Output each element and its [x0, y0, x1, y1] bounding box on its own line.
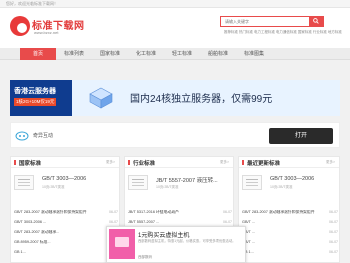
list-item-text: GB 1... — [242, 250, 254, 254]
search-box — [220, 16, 324, 27]
featured-title: GB/T 3003—2006 — [42, 176, 87, 182]
list-item[interactable]: GB/T ... 06-07 — [242, 219, 338, 227]
list-item[interactable]: JB/T 5317-2016 环链电动葫芦 06-07 — [128, 209, 232, 217]
list-item[interactable]: GB 1... 06-07 — [242, 249, 338, 257]
list-item-text: GB/T 283-2007 滚动轴承滚针和保持架组件 — [242, 210, 315, 214]
featured-sub: 10页/JB/T类准 — [42, 185, 65, 189]
search-button[interactable] — [309, 17, 323, 26]
logo-url: www.bzxz.net — [34, 30, 59, 35]
list-item-date: 06-07 — [329, 210, 338, 214]
list-item-date: 06-07 — [329, 250, 338, 254]
header: 标准下载网 www.bzxz.net 推荐标准 热门标准 电力工程标准 电力通信… — [0, 8, 350, 48]
featured-item[interactable]: GB/T 3003—2006 10页/JB/T类准 — [14, 174, 118, 194]
app-ad[interactable]: 奇异互动 打开 — [10, 122, 340, 148]
column-header: 国家标准 更多> — [11, 157, 119, 168]
search-input[interactable] — [221, 17, 307, 26]
search-icon — [313, 18, 319, 24]
list-item-text: JB/T 5557-2007 ... — [128, 220, 160, 224]
featured-sub: 10页/JB/T类准 — [156, 185, 179, 189]
popup-desc: 西部数码虚拟主机，特惠1元起，价格实惠，可享受多项优惠活动。 — [138, 239, 236, 243]
app-name: 奇异互动 — [33, 133, 54, 139]
list-item[interactable]: GB 8959-2007 标准...06-07 — [14, 239, 118, 247]
column-header: 最近更新标准 更多> — [239, 157, 339, 168]
app-logo-icon — [15, 131, 29, 141]
nav-item-home[interactable]: 首页 — [20, 48, 56, 60]
hot-links[interactable]: 推荐标准 热门标准 电力工程标准 电力通信标准 国家标准 行业标准 地方标准 — [224, 30, 342, 35]
popup-title: 1元购买云虚拟主机 — [138, 233, 190, 239]
list-item-date: 06-07 — [329, 220, 338, 224]
column-title: 行业标准 — [133, 161, 156, 167]
list-item-text: GB/T ... — [242, 240, 256, 244]
nav-item-national[interactable]: 国家标准 — [92, 48, 128, 60]
ad-left-price: 1核2G+10M仅19元 — [14, 98, 57, 106]
server-ad-banner[interactable]: 香港云服务器 1核2G+10M仅19元 国内24核独立服务器，仅需99元 — [10, 80, 340, 116]
ad-left-title: 香港云服务器 — [14, 88, 56, 95]
list-item-date: 06-07 — [329, 230, 338, 234]
more-link[interactable]: 更多> — [220, 160, 229, 165]
list-item[interactable]: GB/T 283-2007 滚动轴承滚针和保持架组件 06-07 — [242, 209, 338, 217]
nav-item-light-industry[interactable]: 轻工标准 — [164, 48, 200, 60]
list-item-text: GB/T 283-2007 滚动轴承滚针和保持架组件 — [14, 210, 87, 214]
popup-ad-image — [109, 229, 135, 259]
list-item-date: 06-07 — [223, 210, 232, 214]
top-bar: 您好，欢迎光临标准下载网！ — [0, 0, 350, 8]
nav-item-atlas[interactable]: 标准图集 — [236, 48, 272, 60]
column-accent-bar — [242, 160, 244, 165]
list-item-date: 06-07 — [223, 220, 232, 224]
column-accent-bar — [128, 160, 130, 165]
list-item[interactable]: GB/T 283-2007 滚动轴承滚针和保持架组件 06-07 — [14, 209, 118, 217]
nav-item-chemical[interactable]: 化工标准 — [128, 48, 164, 60]
column-title: 最近更新标准 — [247, 161, 281, 167]
more-link[interactable]: 更多> — [106, 160, 115, 165]
more-link[interactable]: 更多> — [326, 160, 335, 165]
ad-headline: 国内24核独立服务器，仅需99元 — [130, 94, 273, 105]
column-national-standards: 国家标准 更多> GB/T 3003—2006 10页/JB/T类准 GB/T … — [10, 156, 120, 263]
list-item-date: 06-07 — [109, 210, 118, 214]
document-thumbnail-icon — [242, 175, 262, 190]
ad-left-panel: 香港云服务器 1核2G+10M仅19元 — [10, 80, 72, 116]
featured-item[interactable]: JB/T 5557-2007 液压转... 10页/JB/T类准 — [128, 174, 232, 194]
list-item-text: GB/T 283-2007 滚动轴承... — [14, 230, 60, 234]
featured-item[interactable]: GB/T 3003—2006 10页/JB/T类准 — [242, 174, 338, 194]
list-item[interactable]: GB 1...06-07 — [14, 249, 118, 257]
document-thumbnail-icon — [128, 175, 148, 190]
featured-sub: 10页/JB/T类准 — [270, 185, 293, 189]
nav-item-ship[interactable]: 船舶标准 — [200, 48, 236, 60]
hosting-popup-ad[interactable]: 1元购买云虚拟主机 西部数码虚拟主机，特惠1元起，价格实惠，可享受多项优惠活动。… — [106, 226, 246, 263]
column-title: 国家标准 — [19, 161, 42, 167]
server-illustration-icon — [89, 87, 113, 109]
list-item-text: GB 8959-2007 标准... — [14, 240, 51, 244]
main-nav: 首页 标准列表 国家标准 化工标准 轻工标准 船舶标准 标准图集 — [0, 48, 350, 60]
list-item[interactable]: GB/T ... 06-07 — [242, 229, 338, 237]
document-thumbnail-icon — [14, 175, 34, 190]
column-accent-bar — [14, 160, 16, 165]
list-item-text: GB 1... — [14, 250, 26, 254]
featured-title: GB/T 3003—2006 — [270, 176, 315, 182]
welcome-text: 您好，欢迎光临标准下载网！ — [6, 1, 58, 6]
list-item-date: 06-07 — [109, 220, 118, 224]
list-item-text: GB/T ... — [242, 220, 256, 224]
list-item-text: GB/T 3003-2006 ... — [14, 220, 47, 224]
list-item[interactable]: GB/T 3003-2006 ... 06-07 — [14, 219, 118, 227]
list-item-date: 06-07 — [329, 240, 338, 244]
list-item[interactable]: GB/T 283-2007 滚动轴承...06-07 — [14, 229, 118, 237]
open-app-button[interactable]: 打开 — [269, 128, 333, 144]
column-recent-updates: 最近更新标准 更多> GB/T 3003—2006 10页/JB/T类准 GB/… — [238, 156, 340, 263]
list-item[interactable]: GB/T ... 06-07 — [242, 239, 338, 247]
column-header: 行业标准 更多> — [125, 157, 233, 168]
site-logo[interactable]: 标准下载网 www.bzxz.net — [10, 14, 84, 40]
nav-item-standard-list[interactable]: 标准列表 — [56, 48, 92, 60]
featured-title: JB/T 5557-2007 液压转... — [156, 178, 218, 184]
list-item-text: JB/T 5317-2016 环链电动葫芦 — [128, 210, 179, 214]
popup-brand: 西部数码 — [138, 255, 152, 259]
list-item-text: GB/T ... — [242, 230, 256, 234]
logo-icon — [10, 16, 30, 36]
